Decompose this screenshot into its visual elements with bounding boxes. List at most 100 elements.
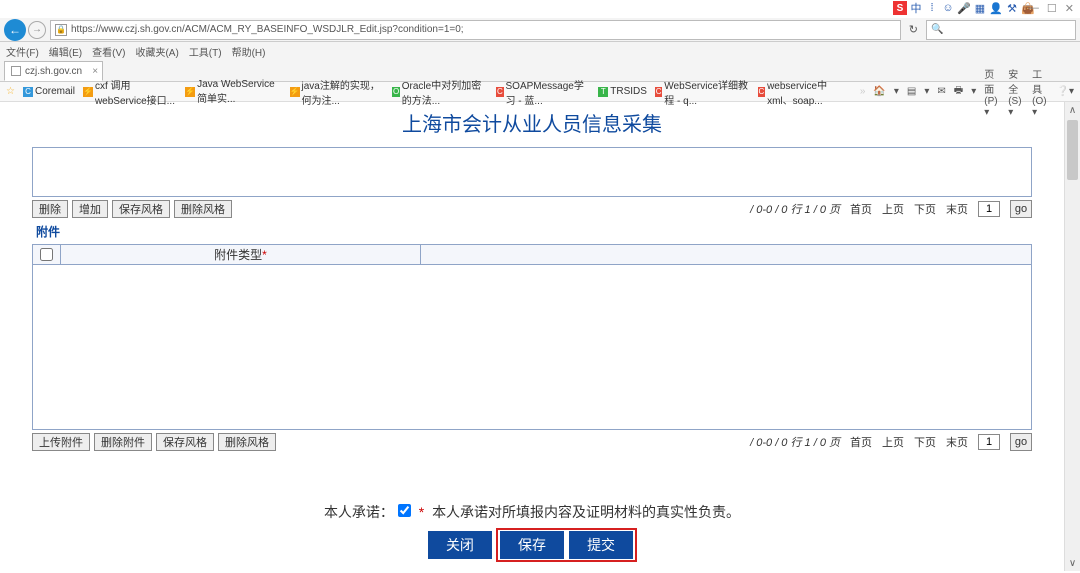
fav-item[interactable]: CCoremail xyxy=(23,86,75,97)
grid-body xyxy=(33,148,1031,196)
save-button[interactable]: 保存 xyxy=(500,531,564,559)
favorites-bar: ☆ CCoremail ⚡cxf 调用webService接口... ⚡Java… xyxy=(0,82,1080,102)
delete-style-button-2[interactable]: 删除风格 xyxy=(218,433,276,451)
submit-button[interactable]: 提交 xyxy=(569,531,633,559)
lock-icon: 🔒 xyxy=(55,24,67,36)
attachment-header: 附件类型* xyxy=(33,245,1031,265)
ime-cn[interactable]: 中 xyxy=(909,1,923,15)
page-content: 上海市会计从业人员信息采集 删除 增加 保存风格 删除风格 / 0-0 / 0 … xyxy=(0,102,1064,573)
commitment-row: 本人承诺： * 本人承诺对所填报内容及证明材料的真实性负责。 xyxy=(0,502,1064,522)
ie-mail-icon[interactable]: ✉ xyxy=(937,86,945,97)
fav-icon: ⚡ xyxy=(185,87,195,97)
fav-icon: O xyxy=(392,87,399,97)
scroll-thumb[interactable] xyxy=(1067,120,1078,180)
close-button[interactable]: 关闭 xyxy=(428,531,492,559)
required-star: * xyxy=(419,504,424,520)
search-icon: 🔍 xyxy=(931,24,943,35)
highlight-box: 保存 提交 xyxy=(496,528,637,562)
ie-help-menu[interactable]: ❔▾ xyxy=(1057,86,1074,97)
menu-file[interactable]: 文件(F) xyxy=(6,44,39,58)
url-input[interactable]: 🔒 https://www.czj.sh.gov.cn/ACM/ACM_RY_B… xyxy=(50,20,901,40)
menu-edit[interactable]: 编辑(E) xyxy=(49,44,82,58)
upload-attach-button[interactable]: 上传附件 xyxy=(32,433,90,451)
select-all-checkbox[interactable] xyxy=(40,248,53,261)
fav-item[interactable]: TTRSIDS xyxy=(598,86,647,97)
grid-panel-1 xyxy=(32,147,1032,197)
ime-person[interactable]: 👤 xyxy=(989,1,1003,15)
pager-prev[interactable]: 上页 xyxy=(882,434,904,450)
ie-feed-icon[interactable]: ▤ xyxy=(907,86,916,97)
window-close[interactable]: ✕ xyxy=(1065,2,1074,15)
tab-title: czj.sh.gov.cn xyxy=(25,66,82,77)
fav-icon: T xyxy=(598,87,608,97)
toolbar-2: 上传附件 删除附件 保存风格 删除风格 / 0-0 / 0 行 1 / 0 页 … xyxy=(0,430,1064,454)
pager-go-button[interactable]: go xyxy=(1010,200,1032,218)
nav-forward-button[interactable]: → xyxy=(28,21,46,39)
page-title: 上海市会计从业人员信息采集 xyxy=(0,102,1064,147)
select-all-cell xyxy=(33,245,61,264)
nav-back-button[interactable]: ← xyxy=(4,19,26,41)
fav-star-icon[interactable]: ☆ xyxy=(6,86,15,97)
save-style-button-2[interactable]: 保存风格 xyxy=(156,433,214,451)
pager-next[interactable]: 下页 xyxy=(914,434,936,450)
tab-favicon xyxy=(11,66,21,76)
menu-view[interactable]: 查看(V) xyxy=(92,44,125,58)
ime-tool[interactable]: ⚒ xyxy=(1005,1,1019,15)
menu-tool[interactable]: 工具(T) xyxy=(189,44,222,58)
window-max[interactable]: ☐ xyxy=(1047,2,1057,15)
menu-bar: 文件(F) 编辑(E) 查看(V) 收藏夹(A) 工具(T) 帮助(H) xyxy=(0,42,1080,60)
browser-search-input[interactable]: 🔍 xyxy=(926,20,1076,40)
ime-tray: S 中 ⁞ ☺ 🎤 ▦ 👤 ⚒ 👜 xyxy=(893,1,1035,15)
ie-home-icon[interactable]: 🏠 xyxy=(873,86,885,97)
ime-grid[interactable]: ▦ xyxy=(973,1,987,15)
section-attach-label: 附件 xyxy=(0,221,1064,240)
vertical-scrollbar[interactable]: ∧ ∨ xyxy=(1064,102,1080,571)
refresh-button[interactable]: ↻ xyxy=(905,23,922,36)
add-button[interactable]: 增加 xyxy=(72,200,108,218)
save-style-button[interactable]: 保存风格 xyxy=(112,200,170,218)
fav-icon: C xyxy=(496,87,503,97)
delete-style-button[interactable]: 删除风格 xyxy=(174,200,232,218)
delete-attach-button[interactable]: 删除附件 xyxy=(94,433,152,451)
address-bar: ← → 🔒 https://www.czj.sh.gov.cn/ACM/ACM_… xyxy=(0,18,1080,42)
url-text: https://www.czj.sh.gov.cn/ACM/ACM_RY_BAS… xyxy=(71,24,464,35)
toolbar-1: 删除 增加 保存风格 删除风格 / 0-0 / 0 行 1 / 0 页 首页 上… xyxy=(0,197,1064,221)
window-controls: — ☐ ✕ xyxy=(1028,2,1074,15)
ime-punct[interactable]: ⁞ xyxy=(925,1,939,15)
pager-last[interactable]: 末页 xyxy=(946,201,968,217)
fav-icon: C xyxy=(655,87,662,97)
pager-page-input[interactable] xyxy=(978,434,1000,450)
pager-1: / 0-0 / 0 行 1 / 0 页 首页 上页 下页 末页 go xyxy=(750,200,1032,218)
ime-mic[interactable]: 🎤 xyxy=(957,1,971,15)
ime-smile[interactable]: ☺ xyxy=(941,1,955,15)
pager-last[interactable]: 末页 xyxy=(946,434,968,450)
fav-icon: ⚡ xyxy=(83,87,93,97)
menu-help[interactable]: 帮助(H) xyxy=(232,44,266,58)
pager-page-input[interactable] xyxy=(978,201,1000,217)
menu-fav[interactable]: 收藏夹(A) xyxy=(135,44,178,58)
tab-close-icon[interactable]: × xyxy=(92,66,98,77)
commit-label: 本人承诺： xyxy=(324,506,394,521)
pager-info: / 0-0 / 0 行 1 / 0 页 xyxy=(750,201,840,217)
delete-button[interactable]: 删除 xyxy=(32,200,68,218)
scroll-up-icon[interactable]: ∧ xyxy=(1065,102,1080,118)
commit-checkbox[interactable] xyxy=(398,504,411,517)
sogou-icon[interactable]: S xyxy=(893,1,907,15)
ie-print-icon[interactable]: 🖶 xyxy=(954,83,963,100)
pager-go-button[interactable]: go xyxy=(1010,433,1032,451)
pager-next[interactable]: 下页 xyxy=(914,201,936,217)
scroll-down-icon[interactable]: ∨ xyxy=(1065,555,1080,571)
col-attach-type: 附件类型* xyxy=(61,245,421,264)
footer-buttons: 关闭 保存 提交 xyxy=(0,528,1064,562)
attachment-panel: 附件类型* xyxy=(32,244,1032,430)
fav-icon: C xyxy=(23,87,33,97)
pager-first[interactable]: 首页 xyxy=(850,201,872,217)
window-min[interactable]: — xyxy=(1028,2,1039,15)
attachment-body xyxy=(33,265,1031,429)
pager-prev[interactable]: 上页 xyxy=(882,201,904,217)
commit-text: 本人承诺对所填报内容及证明材料的真实性负责。 xyxy=(432,504,740,520)
pager-first[interactable]: 首页 xyxy=(850,434,872,450)
fav-icon: ⚡ xyxy=(290,87,300,97)
fav-item[interactable]: ⚡Java WebService 简单实... xyxy=(185,79,281,105)
tab-active[interactable]: czj.sh.gov.cn × xyxy=(4,61,103,81)
